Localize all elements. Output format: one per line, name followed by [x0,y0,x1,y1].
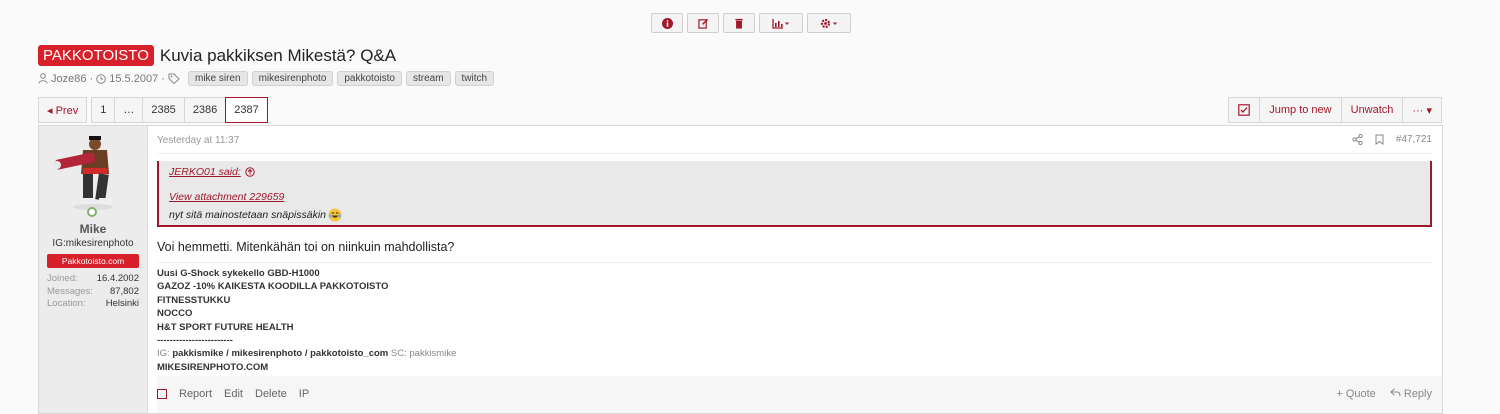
page-link-2385[interactable]: 2385 [142,97,185,123]
tag-item[interactable]: mike siren [187,71,248,86]
post-footer-left: Report Edit Delete IP [157,388,309,400]
tag-item[interactable]: stream [405,71,451,86]
jump-to-new-button[interactable]: Jump to new [1259,97,1342,123]
thread-prefix[interactable]: PAKKOTOISTO [38,45,154,66]
page-link-current[interactable]: 2387 [225,97,268,123]
delete-thread-button[interactable] [723,13,755,33]
tag-item[interactable]: pakkotoisto [337,71,402,86]
attachment-link[interactable]: View attachment 229659 [169,191,284,203]
tag-item[interactable]: twitch [454,71,495,86]
quote-button[interactable]: + Quote [1336,388,1375,400]
prev-page-button[interactable]: ◂ Prev [38,97,88,123]
post-number[interactable]: #47,721 [1396,134,1432,145]
delete-link[interactable]: Delete [255,388,287,400]
post-main: Yesterday at 11:37 #47,721 JERKO01 said:… [157,126,1442,413]
stats-menu-button[interactable] [759,13,803,33]
post-date[interactable]: Yesterday at 11:37 [157,135,239,146]
page-link-1[interactable]: 1 [91,97,116,123]
quote-author-link[interactable]: JERKO01 said: [169,166,255,178]
stat-messages: Messages: 87,802 [47,285,139,297]
moderator-toolbar [651,13,851,33]
checkbox-icon [1238,104,1251,116]
thread-actions: Jump to new Unwatch ··· ▾ [1228,97,1442,123]
ip-link[interactable]: IP [299,388,309,400]
quote-block: JERKO01 said: View attachment 229659 nyt… [157,161,1432,227]
stat-joined: Joined: 16.4.2002 [47,273,139,284]
info-button[interactable] [651,13,683,33]
chart-icon [772,18,789,29]
edit-icon [697,18,708,29]
select-thread-button[interactable] [1228,97,1261,123]
laughing-emoji-icon [328,208,342,222]
reply-icon [1389,388,1401,397]
post-arrow [147,142,154,156]
signature: Uusi G-Shock sykekello GBD-H1000 GAZOZ -… [157,267,456,374]
signature-separator: ------------------------ [157,335,233,347]
share-icon[interactable] [1352,134,1363,145]
post-footer-right: + Quote Reply [1336,388,1432,400]
signature-divider [157,262,1432,263]
user-info-pane: Mike IG:mikesirenphoto Pakkotoisto.com J… [39,126,148,413]
username[interactable]: Mike [39,222,147,236]
user-title: IG:mikesirenphoto [52,238,134,249]
unwatch-button[interactable]: Unwatch [1340,97,1404,123]
gear-icon [820,18,837,28]
trash-icon [735,18,743,29]
more-options-button[interactable]: ··· ▾ [1402,97,1442,123]
thread-start-date[interactable]: 15.5.2007 [109,73,158,85]
select-post-checkbox[interactable] [157,389,167,399]
signature-line[interactable]: MIKESIRENPHOTO.COM [157,361,456,374]
post-footer: Report Edit Delete IP + Quote Reply [157,376,1442,413]
quote-text-row: nyt sitä mainostetaan snäpissäkin [169,208,342,222]
post-tools: #47,721 [1352,134,1432,145]
arrow-up-circle-icon[interactable] [245,167,255,177]
page-nav: ◂ Prev 1 … 2385 2386 2387 [38,97,268,123]
quote-text: nyt sitä mainostetaan snäpissäkin [169,209,327,221]
tools-menu-button[interactable] [807,13,851,33]
signature-social: IG: pakkismike / mikesirenphoto / pakkot… [157,348,457,360]
signature-line[interactable]: H&T SPORT FUTURE HEALTH [157,321,456,334]
signature-line[interactable]: GAZOZ -10% KAIKESTA KOODILLA PAKKOTOISTO [157,280,456,293]
report-link[interactable]: Report [179,388,212,400]
page-ellipsis[interactable]: … [114,97,144,123]
thread-meta: Joze86 · 15.5.2007 · mike siren mikesire… [38,71,495,86]
divider [157,153,1432,154]
avatar[interactable] [53,134,133,210]
tag-item[interactable]: mikesirenphoto [251,71,334,86]
post-message: Mike IG:mikesirenphoto Pakkotoisto.com J… [38,125,1443,414]
edit-link[interactable]: Edit [224,388,243,400]
stat-location: Location: Helsinki [47,298,139,309]
bookmark-icon[interactable] [1375,134,1384,145]
reply-button[interactable]: Reply [1389,388,1432,400]
user-banner: Pakkotoisto.com [47,254,139,268]
thread-header: PAKKOTOISTO Kuvia pakkiksen Mikestä? Q&A [38,45,396,66]
signature-line[interactable]: Uusi G-Shock sykekello GBD-H1000 [157,267,456,280]
edit-thread-button[interactable] [687,13,719,33]
online-status-icon [87,207,97,217]
page-title: Kuvia pakkiksen Mikestä? Q&A [159,45,397,65]
user-stats: Joined: 16.4.2002 Messages: 87,802 Locatio… [47,273,139,311]
info-icon [661,17,673,29]
page-link-2386[interactable]: 2386 [183,97,227,123]
post-body: Voi hemmetti. Mitenkähän toi on niinkuin… [157,240,455,254]
thread-author[interactable]: Joze86 [51,73,86,85]
clock-icon [96,73,107,84]
tags-icon [168,73,180,84]
signature-line[interactable]: FITNESSTUKKU [157,294,456,307]
quote-author[interactable]: JERKO01 said: [169,166,241,178]
user-icon [38,73,48,84]
signature-line[interactable]: NOCCO [157,307,456,320]
